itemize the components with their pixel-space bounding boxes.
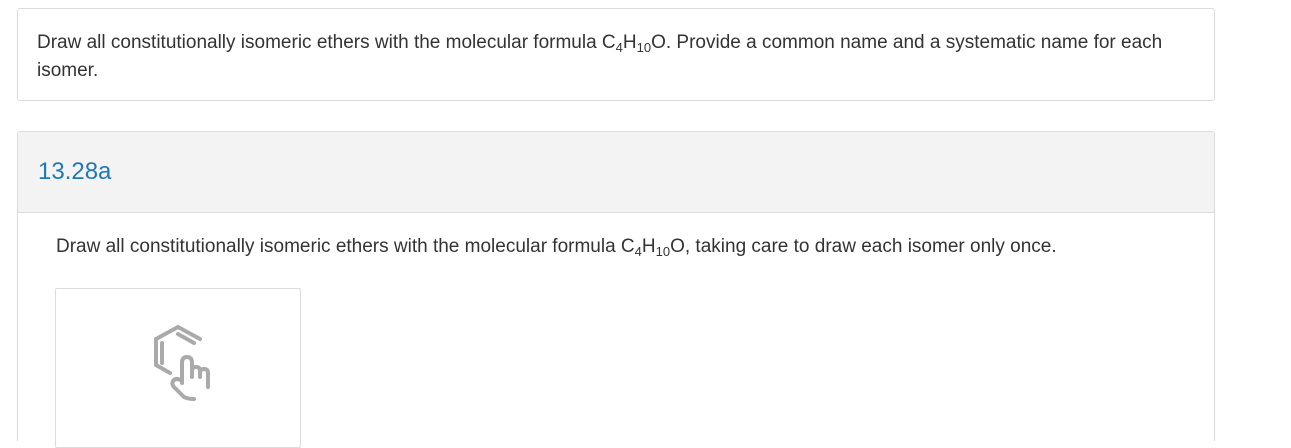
question-text-h: H: [641, 236, 656, 257]
molecule-draw-hand-icon: [154, 325, 210, 401]
question-subscript-10: 10: [655, 244, 671, 259]
intro-text-part1: Draw all constitutionally isomeric ether…: [37, 32, 616, 53]
question-text-part2: O, taking care to draw each isomer only …: [670, 236, 1057, 257]
structure-drawing-area[interactable]: [55, 288, 301, 448]
intro-subscript-4: 4: [615, 40, 623, 55]
intro-subscript-10: 10: [636, 40, 652, 55]
question-id: 13.28a: [38, 158, 112, 185]
intro-card: Draw all constitutionally isomeric ether…: [17, 8, 1215, 101]
question-prompt: Draw all constitutionally isomeric ether…: [56, 234, 1057, 260]
question-text-part1: Draw all constitutionally isomeric ether…: [56, 236, 635, 257]
intro-text-h: H: [622, 32, 637, 53]
question-header: 13.28a: [18, 132, 1214, 213]
question-card: 13.28a Draw all constitutionally isomeri…: [17, 131, 1215, 448]
question-subscript-4: 4: [634, 244, 642, 259]
intro-prompt: Draw all constitutionally isomeric ether…: [37, 29, 1177, 85]
